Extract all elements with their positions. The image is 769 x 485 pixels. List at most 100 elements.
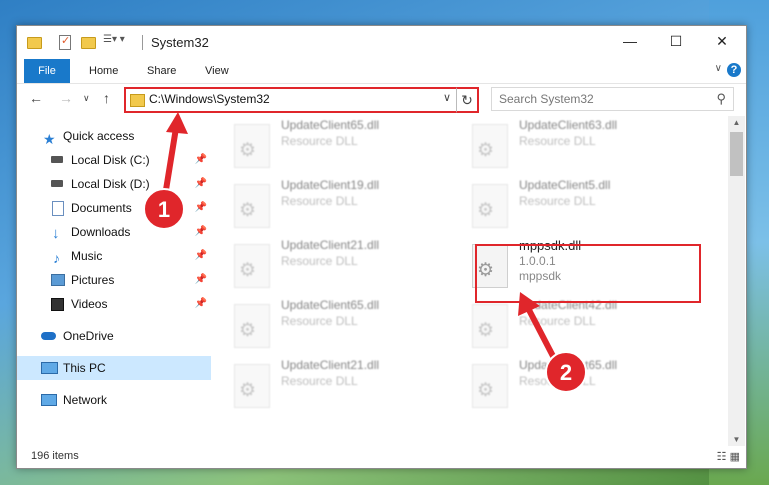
file-item[interactable]: UpdateClient19.dll Resource DLL — [226, 178, 446, 228]
file-item[interactable]: UpdateClient21.dll Resource DLL — [226, 238, 446, 288]
status-bar: 196 items ☷ ▦ — [17, 447, 746, 468]
view-toggle[interactable]: ☷ ▦ — [717, 450, 740, 463]
sidebar-item-local-disk-d[interactable]: Local Disk (D:) 📌 — [17, 172, 211, 196]
sidebar-item-label: This PC — [63, 361, 106, 375]
customize-quick-access-icon[interactable]: ☰▾ ▾ — [103, 34, 125, 50]
pin-icon[interactable]: 📌 — [195, 220, 207, 244]
sidebar-item-label: OneDrive — [63, 329, 114, 343]
sidebar-item-this-pc[interactable]: This PC — [17, 356, 211, 380]
documents-icon — [52, 201, 64, 216]
dll-file-icon — [472, 364, 508, 408]
window-title: System32 — [151, 35, 209, 50]
sidebar-item-label: Videos — [71, 297, 108, 311]
sidebar-item-label: Downloads — [71, 225, 131, 239]
download-icon: ↓ — [52, 225, 60, 242]
ribbon: File Home Share View ∨ ? — [17, 59, 746, 84]
pin-icon[interactable]: 📌 — [195, 148, 207, 172]
forward-arrow-icon[interactable]: → — [59, 90, 73, 106]
close-button[interactable]: ✕ — [699, 26, 745, 57]
pin-icon[interactable]: 📌 — [195, 244, 207, 268]
sidebar-item-label: Quick access — [63, 129, 135, 143]
scroll-thumb[interactable] — [730, 132, 743, 176]
file-name: UpdateClient19.dll — [281, 178, 380, 192]
sidebar-item-label: Local Disk (C:) — [71, 153, 150, 167]
sidebar-item-network[interactable]: Network — [17, 388, 211, 412]
file-item[interactable]: UpdateClient42.dll Resource DLL — [464, 298, 684, 348]
sidebar-item-local-disk-c[interactable]: Local Disk (C:) 📌 — [17, 148, 211, 172]
dll-file-icon — [234, 184, 270, 228]
sidebar-item-onedrive[interactable]: OneDrive — [17, 324, 211, 348]
help-icon[interactable]: ? — [727, 63, 741, 77]
computer-icon — [41, 362, 58, 374]
file-item[interactable]: UpdateClient65.dll Resource DLL — [464, 358, 684, 408]
sidebar-item-label: Network — [63, 393, 108, 407]
file-item[interactable]: UpdateClient21.dll Resource DLL — [226, 358, 446, 408]
cloud-icon — [41, 332, 56, 340]
file-description: Resource DLL — [519, 314, 596, 328]
file-name: UpdateClient21.dll — [281, 358, 380, 372]
file-description: Resource DLL — [281, 194, 358, 208]
file-description: Resource DLL — [519, 134, 596, 148]
file-description: Resource DLL — [281, 314, 358, 328]
sidebar-item-music[interactable]: ♪ Music 📌 — [17, 244, 211, 268]
pin-icon[interactable]: 📌 — [195, 292, 207, 316]
pin-icon[interactable]: 📌 — [195, 172, 207, 196]
pin-icon[interactable]: 📌 — [195, 196, 207, 220]
vertical-scrollbar[interactable]: ▲ ▼ — [728, 116, 745, 446]
file-item[interactable]: UpdateClient65.dll Resource DLL — [226, 298, 446, 348]
tab-home[interactable]: Home — [75, 59, 132, 83]
tab-view[interactable]: View — [191, 59, 243, 83]
videos-icon — [51, 298, 64, 311]
maximize-button[interactable]: ☐ — [653, 26, 699, 57]
file-name: UpdateClient63.dll — [519, 118, 618, 132]
search-placeholder: Search System32 — [499, 92, 594, 106]
tab-share[interactable]: Share — [133, 59, 190, 83]
star-icon: ★ — [43, 131, 56, 147]
folder-icon — [130, 94, 145, 107]
scroll-up-icon[interactable]: ▲ — [728, 118, 745, 127]
dll-file-icon — [472, 184, 508, 228]
tab-file[interactable]: File — [24, 59, 70, 83]
dll-file-icon — [234, 364, 270, 408]
file-explorer-window: ☰▾ ▾ System32 — ☐ ✕ File Home Share View… — [16, 25, 747, 469]
dll-file-icon — [472, 124, 508, 168]
refresh-button[interactable]: ↻ — [456, 87, 479, 113]
address-dropdown-icon[interactable]: ∨ — [443, 91, 451, 104]
sidebar-item-pictures[interactable]: Pictures 📌 — [17, 268, 211, 292]
navigation-bar: ← → ∨ ↑ C:\Windows\System32 ∨ ↻ Search S… — [17, 84, 746, 115]
file-item[interactable]: UpdateClient65.dll Resource DLL — [226, 118, 446, 168]
sidebar-item-documents[interactable]: Documents 📌 — [17, 196, 211, 220]
scroll-down-icon[interactable]: ▼ — [728, 435, 745, 444]
large-icons-view-icon[interactable]: ▦ — [730, 451, 740, 463]
pin-icon[interactable]: 📌 — [195, 268, 207, 292]
back-arrow-icon[interactable]: ← — [29, 90, 43, 106]
file-description: Resource DLL — [281, 374, 358, 388]
file-name: UpdateClient5.dll — [519, 178, 611, 192]
address-bar[interactable]: C:\Windows\System32 ∨ — [124, 87, 459, 113]
dll-file-icon — [472, 304, 508, 348]
sidebar-item-label: Local Disk (D:) — [71, 177, 150, 191]
sidebar-item-downloads[interactable]: ↓ Downloads 📌 — [17, 220, 211, 244]
chevron-down-icon[interactable]: ∨ — [715, 63, 722, 74]
file-name: UpdateClient65.dll — [281, 118, 380, 132]
title-bar: ☰▾ ▾ System32 — ☐ ✕ — [17, 26, 746, 59]
up-arrow-icon[interactable]: ↑ — [103, 90, 110, 106]
minimize-button[interactable]: — — [607, 26, 653, 57]
title-separator — [142, 35, 143, 50]
drive-icon — [51, 156, 63, 163]
navigation-pane: ★ Quick access Local Disk (C:) 📌 Local D… — [17, 116, 211, 446]
address-path: C:\Windows\System32 — [149, 92, 270, 106]
sidebar-item-quick-access[interactable]: ★ Quick access — [17, 124, 211, 148]
file-item[interactable]: UpdateClient5.dll Resource DLL — [464, 178, 684, 228]
highlight-box — [475, 244, 701, 303]
file-item[interactable]: UpdateClient63.dll Resource DLL — [464, 118, 684, 168]
music-icon: ♪ — [53, 250, 60, 266]
search-input[interactable]: Search System32 ⚲ — [491, 87, 734, 111]
recent-locations-chevron-icon[interactable]: ∨ — [83, 93, 90, 104]
details-view-icon[interactable]: ☷ — [717, 451, 727, 463]
file-name: UpdateClient65.dll — [281, 298, 380, 312]
file-description: Resource DLL — [281, 254, 358, 268]
file-description: Resource DLL — [281, 134, 358, 148]
sidebar-item-label: Music — [71, 249, 103, 263]
sidebar-item-videos[interactable]: Videos 📌 — [17, 292, 211, 316]
